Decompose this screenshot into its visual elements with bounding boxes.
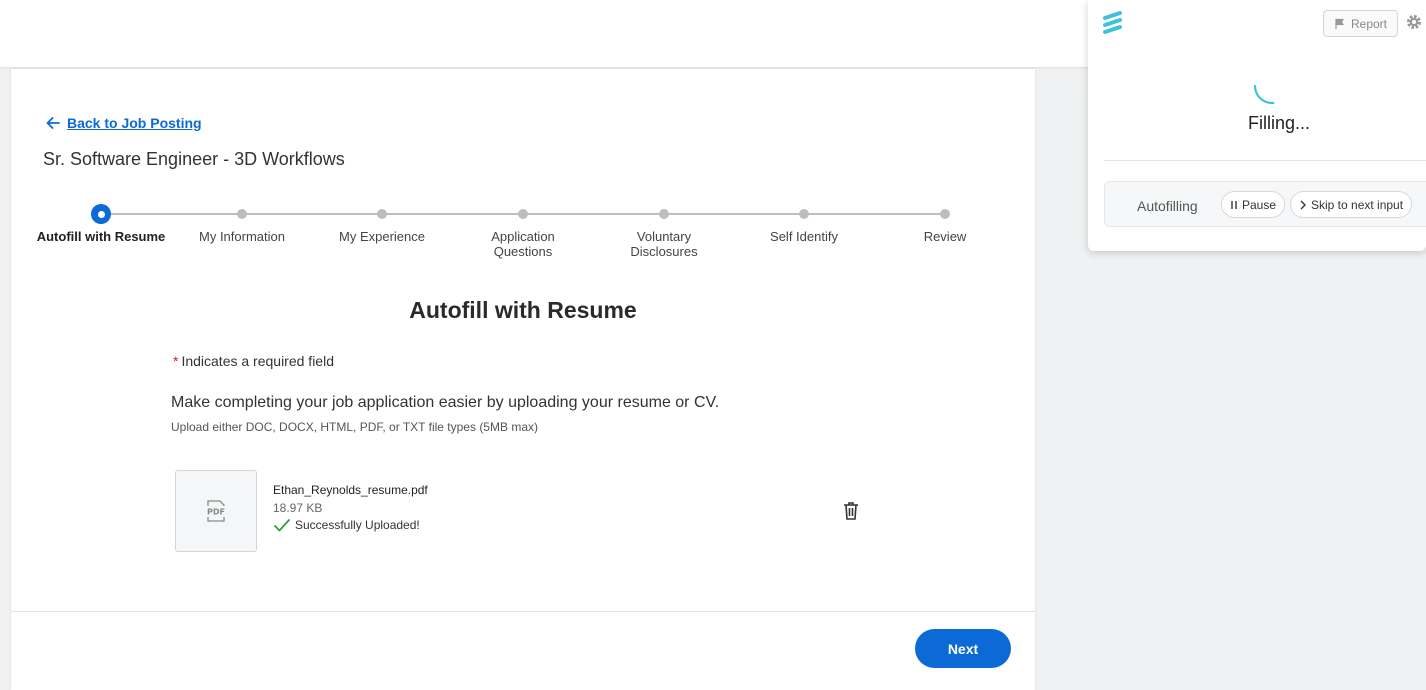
spinner-icon [1253, 84, 1291, 105]
report-button[interactable]: Report [1323, 10, 1398, 37]
next-button[interactable]: Next [915, 629, 1011, 668]
progress-stepper: Autofill with Resume My Information My E… [11, 204, 1035, 265]
step-self-identify: Self Identify [734, 205, 874, 244]
extension-divider [1104, 160, 1426, 161]
back-link-label[interactable]: Back to Job Posting [67, 115, 202, 131]
step-voluntary-disclosures: Voluntary Disclosures [594, 205, 734, 259]
required-note-text: Indicates a required field [181, 353, 334, 369]
step-dot [377, 209, 387, 219]
step-my-experience: My Experience [312, 205, 452, 244]
filling-status-title: Filling... [1247, 113, 1310, 133]
required-field-note: * Indicates a required field [173, 353, 334, 369]
step-review: Review [875, 205, 1015, 244]
application-card: Back to Job Posting Sr. Software Enginee… [11, 69, 1035, 690]
step-label: My Information [199, 229, 285, 244]
pdf-thumb-label: PDF [207, 508, 225, 517]
report-label: Report [1350, 16, 1388, 31]
skip-to-next-input-button[interactable]: Skip to next input [1290, 191, 1413, 218]
step-dot [237, 209, 247, 219]
chevron-right-icon [1300, 200, 1306, 209]
uploaded-file-row: PDF Ethan_Reynolds_resume.pdf 18.97 KB S… [175, 470, 875, 552]
file-size: 18.97 KB [273, 501, 323, 515]
upload-intro-text: Make completing your job application eas… [171, 394, 720, 411]
logo-icon [1103, 11, 1122, 34]
autofill-extension-panel: Report Filling... Autofilling Pause Skip… [1088, 0, 1426, 251]
pdf-file-icon: PDF [207, 500, 225, 522]
job-title: Sr. Software Engineer - 3D Workflows [43, 149, 345, 169]
step-label: Autofill with Resume [36, 229, 166, 244]
step-label: Voluntary Disclosures [630, 229, 698, 259]
autofill-control-bar: Autofilling Pause Skip to next input [1104, 181, 1426, 227]
skip-label: Skip to next input [1311, 197, 1404, 212]
step-dot [940, 209, 950, 219]
pause-icon [1231, 200, 1237, 209]
section-title: Autofill with Resume [409, 297, 637, 323]
file-name: Ethan_Reynolds_resume.pdf [273, 483, 428, 497]
upload-status: Successfully Uploaded! [273, 518, 420, 532]
step-dot [518, 209, 528, 219]
trash-icon[interactable] [841, 500, 861, 522]
step-autofill-with-resume: Autofill with Resume [31, 204, 171, 244]
step-label: Application Questions [491, 229, 555, 259]
step-current-indicator [91, 204, 111, 224]
step-application-questions: Application Questions [453, 205, 593, 259]
pause-label: Pause [1242, 197, 1277, 212]
required-asterisk: * [173, 353, 179, 369]
step-label: Review [923, 229, 967, 244]
upload-file-types-hint: Upload either DOC, DOCX, HTML, PDF, or T… [171, 420, 538, 434]
autofilling-status: Autofilling [1137, 198, 1198, 214]
step-my-information: My Information [172, 205, 312, 244]
checkmark-icon [273, 518, 291, 532]
gear-icon[interactable] [1405, 13, 1423, 31]
step-label: My Experience [339, 229, 425, 244]
footer-divider [11, 611, 1035, 612]
pause-button[interactable]: Pause [1221, 191, 1286, 218]
file-thumbnail: PDF [175, 470, 257, 552]
step-dot [659, 209, 669, 219]
back-to-job-posting-link[interactable]: Back to Job Posting [45, 115, 202, 131]
arrow-left-icon [46, 117, 60, 129]
step-dot [799, 209, 809, 219]
flag-icon [1335, 18, 1345, 29]
step-label: Self Identify [770, 229, 838, 244]
upload-status-text: Successfully Uploaded! [295, 518, 420, 532]
